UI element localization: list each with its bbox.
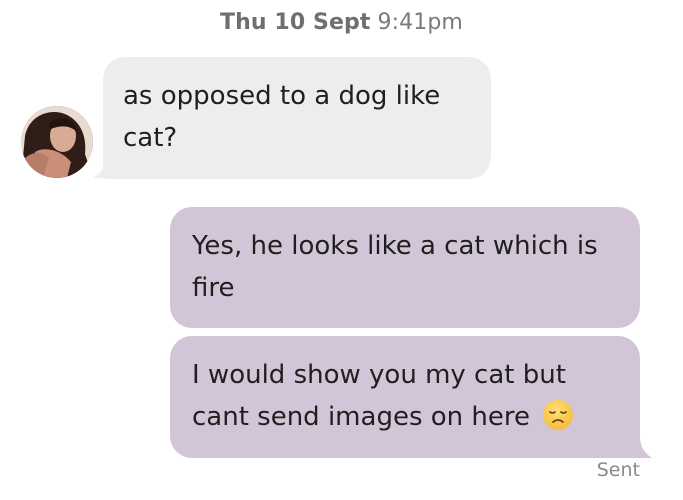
avatar[interactable] bbox=[21, 106, 93, 178]
timestamp-time: 9:41pm bbox=[377, 10, 463, 35]
message-line: as opposed to a dog like bbox=[123, 81, 441, 111]
outgoing-message-bubble[interactable]: I would show you my cat but cant send im… bbox=[170, 336, 640, 458]
conversation-timestamp: Thu 10 Sept 9:41pm bbox=[0, 10, 683, 35]
incoming-message-bubble[interactable]: as opposed to a dog like cat? bbox=[103, 57, 491, 179]
message-line: fire bbox=[192, 273, 235, 303]
disappointed-face-icon bbox=[543, 400, 574, 430]
message-line: Yes, he looks like a cat which is bbox=[192, 231, 598, 261]
message-line-with-emoji: cant send images on here bbox=[192, 396, 618, 438]
avatar-photo bbox=[21, 106, 93, 178]
message-line: cat? bbox=[123, 123, 178, 153]
outgoing-message-bubble[interactable]: Yes, he looks like a cat which is fire bbox=[170, 207, 640, 328]
message-line: cant send images on here bbox=[192, 402, 530, 432]
message-status: Sent bbox=[596, 459, 640, 481]
message-line: I would show you my cat but bbox=[192, 360, 566, 390]
timestamp-day: Thu 10 Sept bbox=[220, 10, 371, 35]
chat-screen: Thu 10 Sept 9:41pm as opposed to a dog l… bbox=[0, 0, 683, 500]
